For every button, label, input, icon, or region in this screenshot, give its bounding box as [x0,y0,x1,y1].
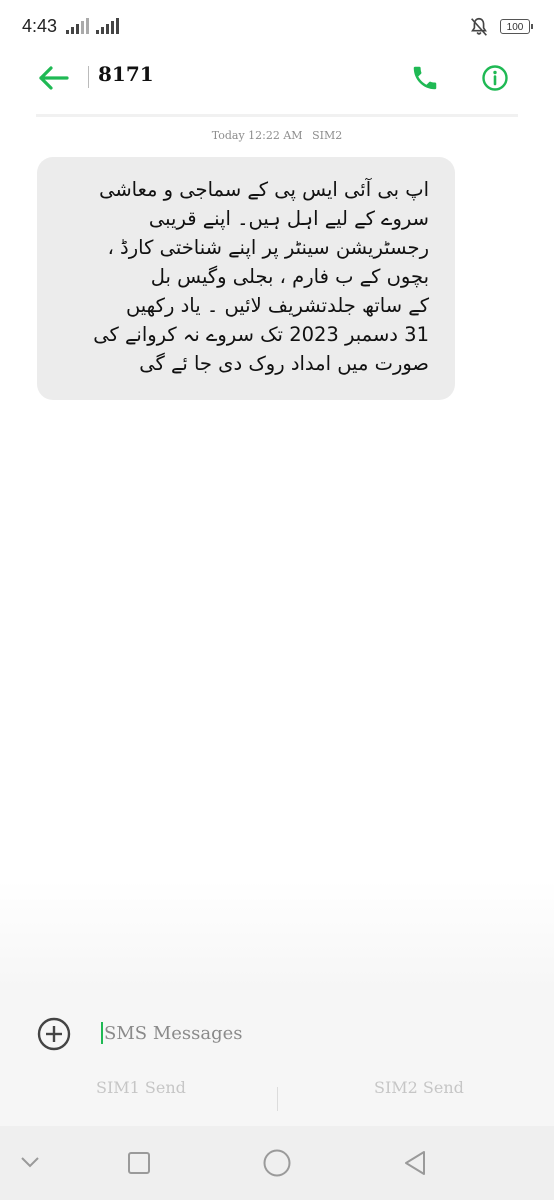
sim2-send-button[interactable]: SIM2 Send [374,1078,464,1097]
navigation-bar [0,1126,554,1200]
status-bar: 4:43 100 [0,0,554,56]
recents-icon[interactable] [126,1150,152,1176]
chevron-down-icon[interactable] [18,1152,42,1172]
mute-icon [471,17,487,36]
nav-back-icon[interactable] [402,1149,430,1177]
contact-title: 8171 [98,62,154,86]
message-input[interactable] [104,1018,504,1048]
message-bubble[interactable]: اپ بی آئی ایس پی کے سماجی و معاشی سروے ک… [37,157,455,400]
message-date: Today 12:22 AM [211,129,303,142]
header-divider [88,66,89,88]
phone-icon[interactable] [410,63,440,93]
message-body: اپ بی آئی ایس پی کے سماجی و معاشی سروے ک… [93,178,429,375]
back-arrow-icon[interactable] [36,64,72,92]
sim1-send-button[interactable]: SIM1 Send [96,1078,186,1097]
message-composer: SIM1 Send SIM2 Send [0,990,554,1126]
battery-indicator: 100 [500,19,533,34]
signal-sim1-icon [66,18,89,34]
add-icon[interactable] [36,1016,72,1052]
signal-sim2-icon [96,18,119,34]
message-sim: SIM2 [312,129,343,142]
home-icon[interactable] [262,1148,292,1178]
info-icon[interactable] [480,63,510,93]
conversation-header: 8171 [0,56,554,114]
bottom-fade [0,880,554,990]
text-cursor [101,1022,103,1044]
message-timestamp: Today 12:22 AM SIM2 [0,129,554,142]
header-divider-line [36,114,518,117]
status-time: 4:43 [22,16,58,36]
send-divider [277,1087,278,1111]
